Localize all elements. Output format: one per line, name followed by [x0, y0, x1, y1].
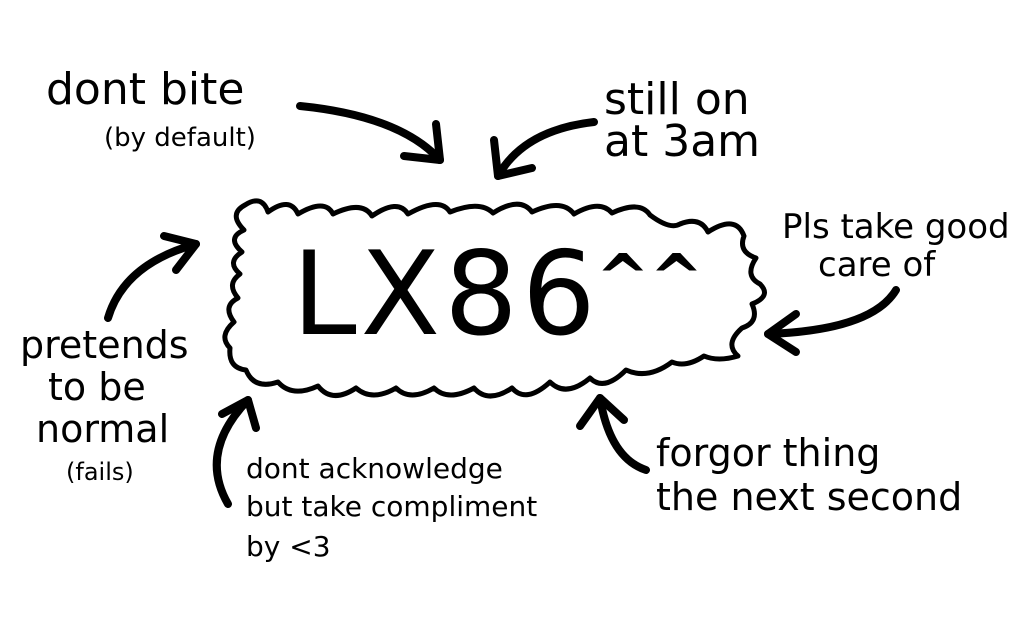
arrow-from-still-on — [490, 118, 598, 180]
note-forgor-line1: forgor thing — [656, 431, 880, 475]
note-dont-bite-sub: (by default) — [104, 123, 256, 153]
note-pretends-line1: pretends — [20, 323, 189, 367]
note-take-care-line1: Pls take good — [782, 207, 1010, 247]
note-pretends-line2: to be — [48, 365, 146, 409]
note-acknowledge-line2: but take compliment — [246, 490, 537, 523]
note-dont-bite: dont bite — [46, 64, 244, 115]
note-acknowledge-line3: by <3 — [246, 530, 331, 563]
note-acknowledge-line1: dont acknowledge — [246, 452, 503, 485]
note-still-on-line2: at 3am — [604, 116, 760, 167]
name-label: LX86 — [292, 227, 600, 362]
arrow-from-dont-bite — [296, 102, 444, 164]
hand-drawn-diagram: LX86 ^^ dont bite (by default) still on … — [20, 64, 1010, 563]
note-forgor-line2: the next second — [656, 475, 962, 519]
arrow-from-take-care — [764, 286, 900, 356]
arrow-from-forgor — [576, 394, 650, 474]
note-pretends-line3: normal — [36, 407, 169, 451]
arrow-from-pretends — [104, 232, 200, 322]
note-pretends-sub: (fails) — [66, 458, 134, 486]
caret-face: ^^ — [596, 242, 703, 316]
note-take-care-line2: care of — [818, 245, 936, 285]
drawing-canvas: LX86 ^^ dont bite (by default) still on … — [0, 0, 1024, 631]
